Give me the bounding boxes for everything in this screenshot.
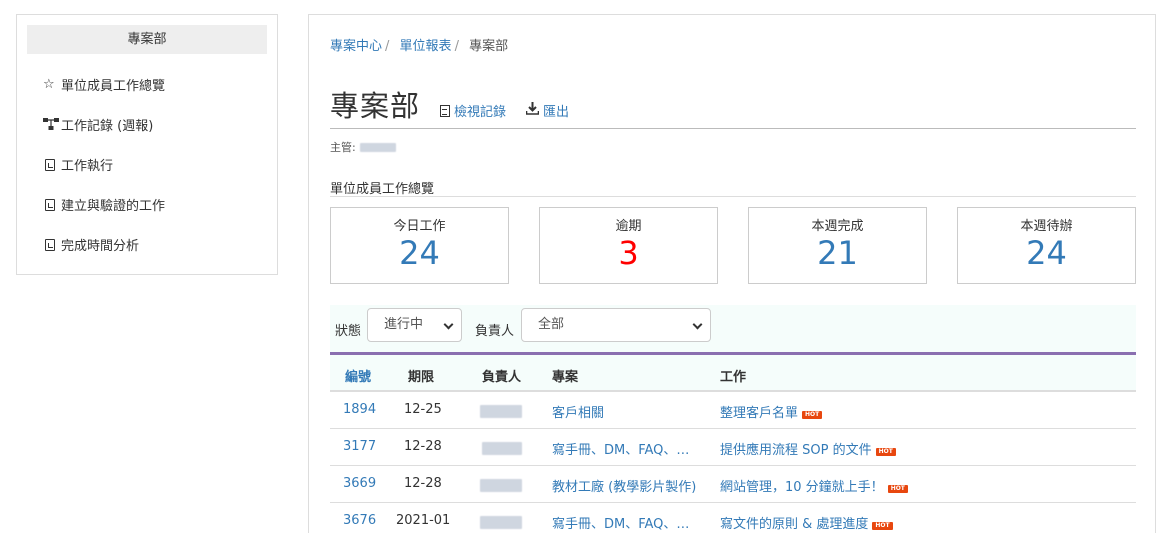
chevron-down-icon [692,319,703,330]
sidebar-item-label: 單位成員工作總覽 [61,79,166,94]
chart-file-icon [45,198,55,211]
table-row: 3177 12-28 寫手冊、DM、FAQ、… 提供應用流程 SOP 的文件 HO… [330,429,1136,466]
hot-badge: HOT [872,522,893,530]
owner-filter-label: 負責人 [475,324,515,339]
hot-badge: HOT [875,448,896,456]
table-row: 3676 2021-01 寫手冊、DM、FAQ、… 寫文件的原則 & 處理進度 H… [330,503,1136,533]
task-title: 寫文件的原則 & 處理進度 [720,517,869,532]
chart-file-icon [45,238,55,251]
column-header-project: 專案 [552,370,579,385]
task-due: 12-28 [404,476,442,491]
stat-value: 24 [399,234,440,272]
task-due: 2021-01 [396,513,451,528]
owner-redacted [482,442,522,459]
project-link[interactable]: 教材工廠 (教學影片製作) [552,476,696,495]
task-link[interactable]: 寫文件的原則 & 處理進度 HOT [720,513,893,532]
task-id-link[interactable]: 3177 [343,439,376,454]
stat-value: 21 [817,234,858,272]
stat-card-week-done[interactable]: 本週完成 21 [748,207,927,284]
sidebar-item-completion-analysis[interactable]: 完成時間分析 [43,235,139,254]
breadcrumb-current: 專案部 [469,39,509,54]
stat-value: 3 [618,234,639,272]
column-header-owner: 負責人 [482,370,522,385]
owner-redacted [480,516,522,533]
column-header-task: 工作 [720,370,747,385]
project-link[interactable]: 寫手冊、DM、FAQ、… [552,439,712,458]
sidebar-item-member-overview[interactable]: ☆ 單位成員工作總覽 [43,75,165,94]
view-log-link[interactable]: 檢視記錄 [440,101,506,120]
table-row: 1894 12-25 客戶相關 整理客戶名單 HOT [330,392,1136,429]
section-title: 單位成員工作總覽 [330,182,435,197]
stat-label: 今日工作 [393,219,446,234]
stat-card-week-todo[interactable]: 本週待辦 24 [957,207,1136,284]
stat-card-overdue[interactable]: 逾期 3 [539,207,718,284]
owner-redacted [480,405,522,422]
task-title: 整理客戶名單 [720,406,799,421]
page-title: 專案部 [330,89,421,123]
section-divider [330,196,1136,197]
manager-info: 主管: [330,139,396,155]
project-link[interactable]: 寫手冊、DM、FAQ、… [552,513,712,532]
main-panel: 專案中心 / 單位報表 / 專案部 專案部 檢視記錄 匯出 主管: 單位成員工作總覽… [308,14,1156,533]
status-filter-label: 狀態 [335,324,362,339]
hot-badge: HOT [887,485,908,493]
breadcrumb-link-project-center[interactable]: 專案中心 [330,39,382,54]
sidebar-item-label: 工作執行 [61,159,114,174]
task-id-link[interactable]: 1894 [343,402,376,417]
owner-redacted [480,479,522,496]
sitemap-icon [43,117,59,132]
hot-badge: HOT [802,411,823,419]
sidebar-item-work-log[interactable]: 工作記錄 (週報) [43,115,153,134]
task-title: 網站管理，10 分鐘就上手！ [720,480,884,495]
task-link[interactable]: 網站管理，10 分鐘就上手！ HOT [720,476,908,495]
chevron-down-icon [443,319,454,330]
table-header: 編號 期限 負責人 專案 工作 [330,352,1136,392]
stat-label: 本週完成 [811,219,864,234]
sidebar-item-label: 建立與驗證的工作 [61,199,166,214]
task-due: 12-25 [404,402,442,417]
sidebar: 專案部 ☆ 單位成員工作總覽 工作記錄 (週報) 工作執行 建立與驗證的工作 完… [16,14,278,275]
task-table: 編號 期限 負責人 專案 工作 1894 12-25 客戶相關 整理客戶名單 HO… [330,352,1136,533]
column-header-due: 期限 [408,370,435,385]
project-link[interactable]: 客戶相關 [552,402,712,421]
sidebar-heading: 專案部 [27,25,267,54]
task-link[interactable]: 整理客戶名單 HOT [720,402,823,421]
star-icon: ☆ [43,76,55,92]
stat-label: 本週待辦 [1020,219,1073,234]
export-label: 匯出 [543,105,570,120]
task-id-link[interactable]: 3676 [343,513,376,528]
breadcrumb-separator: / [385,39,390,54]
chart-file-icon [45,158,55,171]
file-text-icon [440,104,450,117]
manager-label: 主管: [330,141,356,154]
table-row: 3669 12-28 教材工廠 (教學影片製作) 網站管理，10 分鐘就上手！ H… [330,466,1136,503]
view-log-label: 檢視記錄 [454,105,507,120]
breadcrumb-separator: / [454,39,459,54]
sidebar-item-created-verified[interactable]: 建立與驗證的工作 [43,195,165,214]
stat-card-today[interactable]: 今日工作 24 [330,207,509,284]
status-select[interactable]: 進行中 [367,308,462,342]
download-icon [525,102,540,119]
column-header-id[interactable]: 編號 [345,366,371,385]
breadcrumb-link-unit-report[interactable]: 單位報表 [400,39,452,54]
export-link[interactable]: 匯出 [525,101,570,120]
sidebar-item-label: 工作記錄 (週報) [61,119,154,134]
task-title: 提供應用流程 SOP 的文件 [720,443,872,458]
task-due: 12-28 [404,439,442,454]
manager-name-redacted [359,142,396,152]
sidebar-item-label: 完成時間分析 [61,239,140,254]
owner-select-value: 全部 [538,317,565,332]
status-select-value: 進行中 [384,317,424,332]
task-link[interactable]: 提供應用流程 SOP 的文件 HOT [720,439,896,458]
breadcrumb: 專案中心 / 單位報表 / 專案部 [330,35,508,54]
sidebar-item-work-execution[interactable]: 工作執行 [43,155,113,174]
stat-label: 逾期 [615,219,642,234]
owner-select[interactable]: 全部 [521,308,711,342]
title-divider [330,128,1136,129]
filter-bar: 狀態 進行中 負責人 全部 [330,305,1136,352]
task-id-link[interactable]: 3669 [343,476,376,491]
stat-value: 24 [1026,234,1067,272]
